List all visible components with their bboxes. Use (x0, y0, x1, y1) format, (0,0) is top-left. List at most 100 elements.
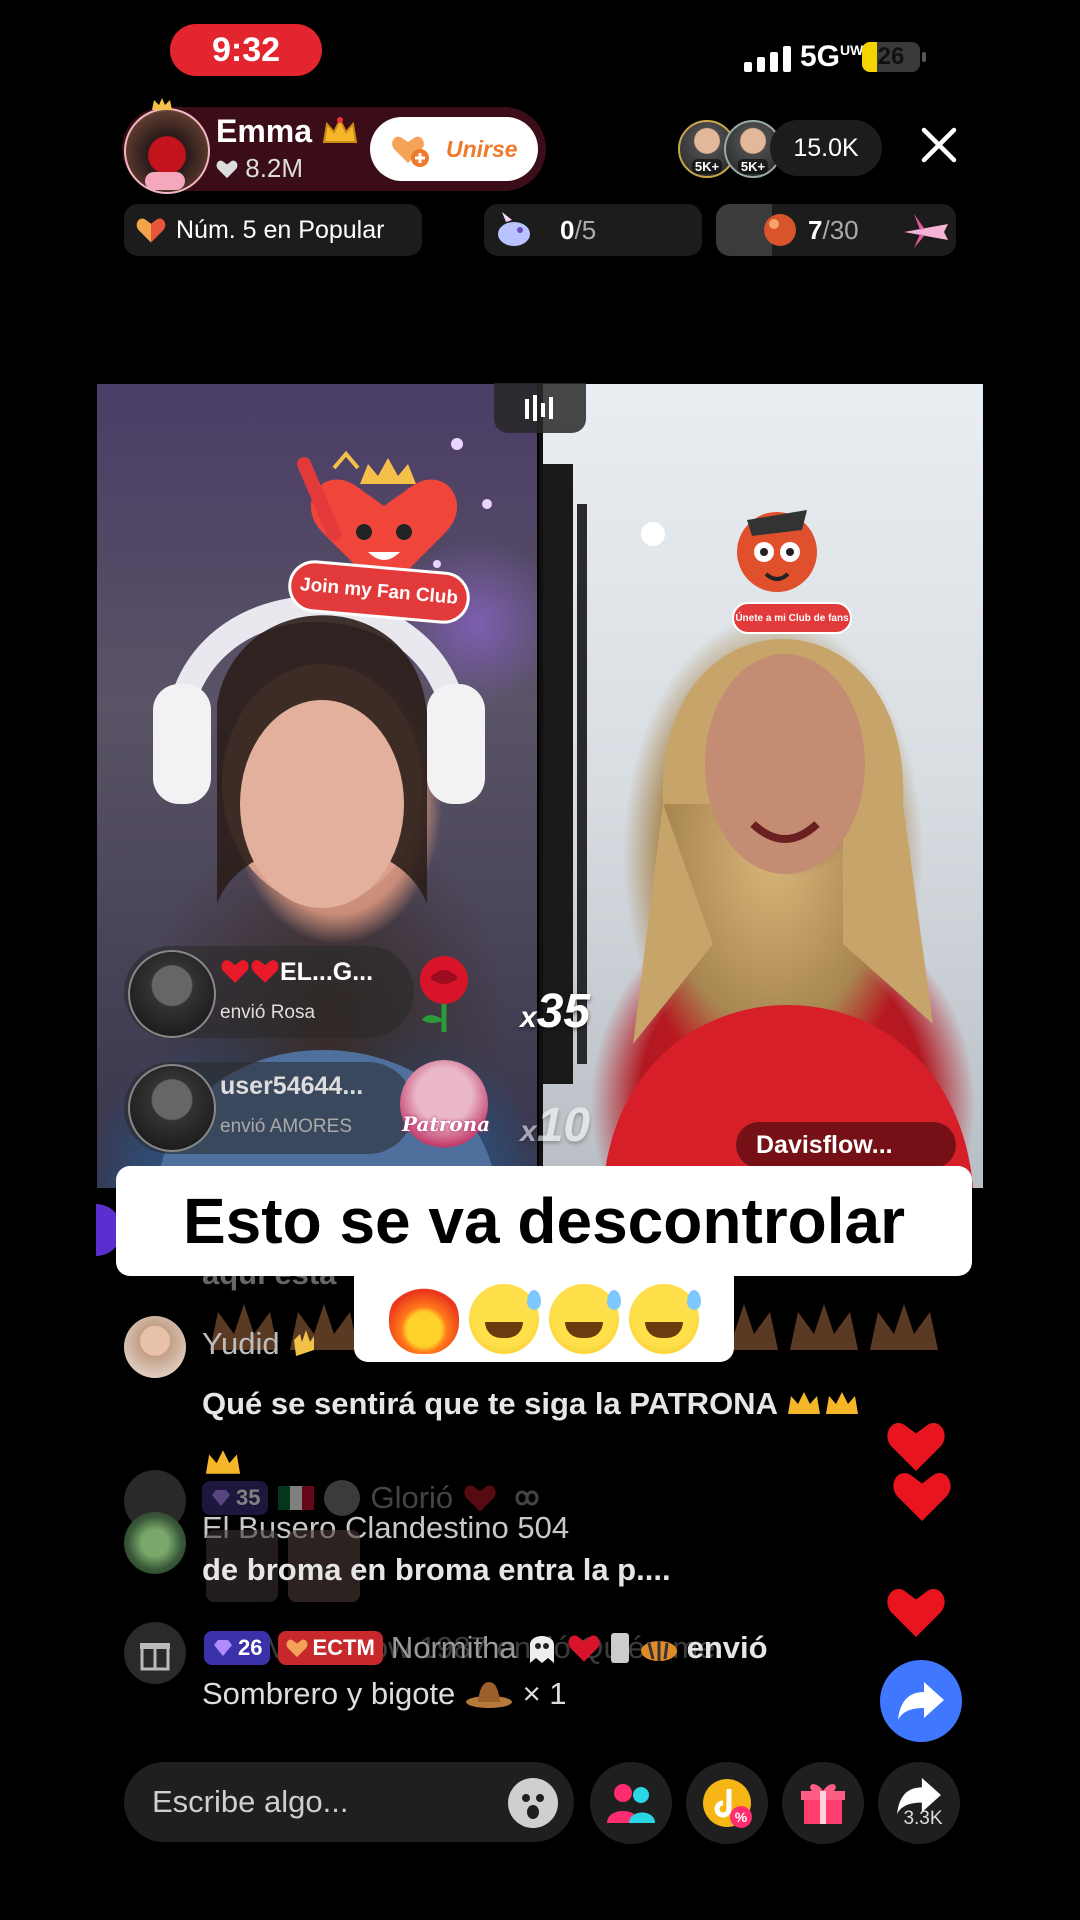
share-button[interactable] (878, 1762, 960, 1844)
floating-hearts (884, 1418, 964, 1818)
hand-icon (294, 1330, 315, 1356)
gift-system-avatar (124, 1622, 186, 1684)
heart-icon (893, 1473, 951, 1521)
crown-icon (150, 96, 174, 117)
battery-icon: 26 (862, 42, 920, 72)
match-total: /30 (822, 214, 859, 245)
heart-icon (887, 1589, 945, 1637)
chat-username[interactable]: Normitha (391, 1630, 517, 1666)
chat-username[interactable]: Yudid (202, 1326, 320, 1362)
tiktok-coin-icon: % (703, 1779, 752, 1828)
infinity-icon (515, 1490, 539, 1506)
gift-name: Sombrero y bigote (202, 1676, 456, 1711)
goal-value: 0/5 (560, 215, 596, 246)
goal-total: /5 (574, 214, 597, 245)
battery-fill (862, 42, 878, 72)
chat-gift-detail: Sombrero y bigote × 1 (202, 1676, 567, 1712)
viewer-badge: 5K+ (691, 159, 723, 174)
svg-text:%: % (735, 1809, 748, 1825)
mexico-flag-icon (278, 1486, 315, 1510)
heart-icon (221, 960, 249, 983)
chat-message: de broma en broma entra la p.... (202, 1552, 671, 1587)
gift-button[interactable] (782, 1762, 864, 1844)
avatar[interactable] (124, 1316, 186, 1378)
network-sup: UW (840, 42, 864, 58)
rank-label: Núm. 5 en Popular (176, 215, 385, 244)
heart-icon (464, 1485, 496, 1512)
emoji-icon[interactable] (508, 1778, 558, 1828)
phone-icon (610, 1633, 629, 1663)
unicorn-icon (498, 212, 530, 246)
share-arrow-icon (898, 1682, 944, 1720)
level-badge-value: 26 (238, 1635, 263, 1660)
gift-combo-number: 35 (536, 985, 591, 1038)
match-value: 7/30 (808, 215, 859, 246)
host-likes-count: 8.2M (245, 153, 304, 183)
gift-goal[interactable]: 0/5 (484, 204, 702, 256)
battle-menu-icon[interactable] (494, 383, 586, 433)
avatar[interactable] (128, 1064, 216, 1152)
gift-icon (801, 1784, 845, 1824)
heart-icon (251, 960, 279, 983)
level-badge-value: 35 (236, 1485, 261, 1510)
battery-nub (922, 52, 926, 62)
rose-icon (420, 956, 468, 1032)
heart-plus-icon (390, 129, 430, 169)
multi-guest-button[interactable] (590, 1762, 672, 1844)
heart-icon (567, 1635, 600, 1662)
sweat-smile-emoji-icon (469, 1284, 541, 1354)
opponent-name[interactable]: Davisflow... (736, 1122, 956, 1168)
fan-club-label-es[interactable]: Únete a mi Club de fans (732, 602, 852, 634)
battle-split (539, 384, 543, 1188)
network-label: 5GUW (800, 40, 863, 74)
heart-half-icon (136, 218, 166, 243)
avatar[interactable] (128, 950, 216, 1038)
coin-discount-button[interactable]: % (686, 1762, 768, 1844)
gift-action: envió AMORES (220, 1116, 352, 1137)
host-name[interactable]: Emma (216, 113, 359, 150)
host-likes: 8.2M (216, 153, 303, 184)
caption-text: Esto se va descontrolar (116, 1166, 972, 1276)
gift-combo-count: x35 (520, 984, 590, 1039)
match-progress[interactable]: 7/30 (716, 204, 956, 256)
level-badge: 26 (204, 1631, 271, 1665)
comment-input[interactable]: Escribe algo... (124, 1762, 574, 1842)
gift-combo-count: x10 (520, 1098, 590, 1153)
viewer-badge: 5K+ (737, 159, 769, 174)
goal-current: 0 (560, 214, 575, 245)
close-icon[interactable] (918, 124, 960, 166)
diamond-icon (212, 1490, 230, 1506)
sweat-smile-emoji-icon (549, 1284, 621, 1354)
tiger-icon (640, 1641, 677, 1661)
crown-icon (788, 1392, 821, 1414)
heart-icon (887, 1423, 945, 1471)
chat-message: Qué se sentirá que te siga la PATRONA (202, 1386, 861, 1422)
fan-club-badge-value: ECTM (312, 1635, 375, 1660)
fan-club-mascot-icon[interactable] (722, 490, 832, 602)
host-name-text: Emma (216, 113, 313, 149)
crown-icon (322, 117, 358, 143)
crown-icon (205, 1450, 241, 1474)
viewer-count[interactable]: 15.0K (770, 120, 882, 176)
avatar[interactable] (124, 1512, 186, 1574)
popular-rank[interactable]: Núm. 5 en Popular (124, 204, 422, 256)
share-count: 3.3K (903, 1808, 943, 1829)
gift-combo-number: 10 (536, 1099, 591, 1152)
network-type: 5G (800, 40, 841, 73)
patrona-gift-icon: Patrona (400, 1060, 490, 1148)
heart-icon (287, 1639, 308, 1658)
plane-icon (904, 214, 948, 248)
host-fan-badge (145, 172, 185, 190)
gift-box-icon (140, 1643, 170, 1671)
share-fab-button[interactable] (880, 1660, 962, 1742)
sombrero-icon (465, 1682, 512, 1708)
fan-club-badge: ECTM (278, 1631, 383, 1665)
gift-combo-prefix: x (520, 1001, 537, 1034)
gift-combo-prefix: x (520, 1115, 537, 1148)
gift-sender: EL...G... (220, 958, 373, 987)
heart-icon (216, 160, 238, 179)
people-icon (607, 1784, 655, 1823)
join-button[interactable]: Unirse (370, 117, 538, 181)
battery-level: 26 (877, 43, 905, 70)
gift-action: envió Rosa (220, 1002, 316, 1023)
